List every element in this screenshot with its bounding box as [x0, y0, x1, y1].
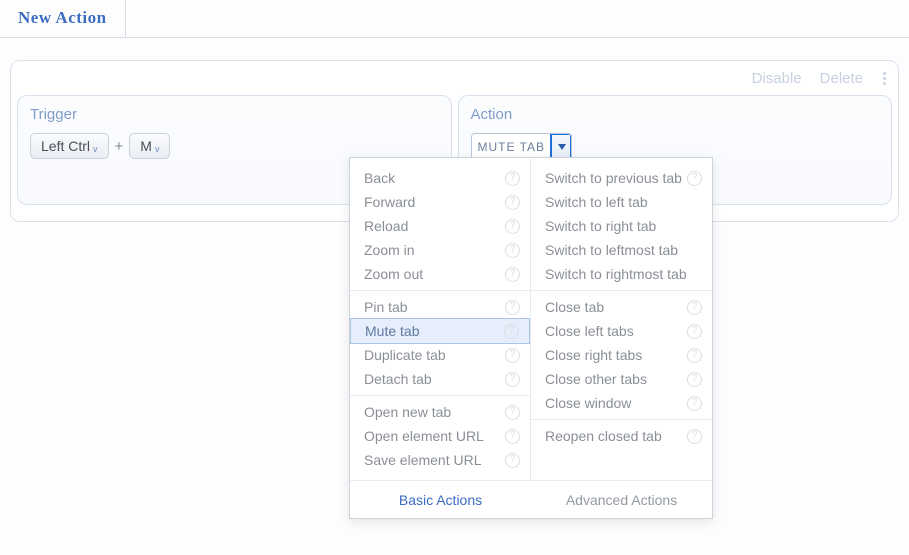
- popup-item-label: Duplicate tab: [364, 347, 446, 363]
- popup-item[interactable]: Reopen closed tab?: [531, 424, 712, 448]
- popup-item-label: Switch to rightmost tab: [545, 266, 687, 282]
- popup-item-label: Zoom in: [364, 242, 415, 258]
- help-icon[interactable]: ?: [505, 348, 520, 363]
- popup-item-label: Back: [364, 170, 395, 186]
- popup-item-label: Pin tab: [364, 299, 408, 315]
- action-title: Action: [471, 106, 880, 123]
- help-icon[interactable]: ?: [504, 324, 519, 339]
- popup-tabs: Basic Actions Advanced Actions: [350, 480, 712, 518]
- popup-item-label: Open element URL: [364, 428, 484, 444]
- delete-button[interactable]: Delete: [820, 70, 863, 87]
- popup-tab-advanced[interactable]: Advanced Actions: [531, 481, 712, 518]
- popup-column-right: Switch to previous tab?Switch to left ta…: [531, 158, 712, 480]
- popup-item-label: Switch to previous tab: [545, 170, 682, 186]
- popup-item[interactable]: Switch to leftmost tab?: [531, 238, 712, 262]
- action-dropdown-popup: Back?Forward?Reload?Zoom in?Zoom out?Pin…: [349, 157, 713, 519]
- popup-tab-basic[interactable]: Basic Actions: [350, 481, 531, 518]
- popup-item[interactable]: Close window?: [531, 391, 712, 415]
- trigger-title: Trigger: [30, 106, 439, 123]
- popup-item-label: Mute tab: [365, 323, 419, 339]
- popup-tab-basic-label: Basic Actions: [399, 492, 482, 508]
- popup-item[interactable]: Switch to previous tab?: [531, 166, 712, 190]
- help-icon[interactable]: ?: [505, 405, 520, 420]
- chevron-down-icon: v: [155, 144, 160, 154]
- tab-new-action[interactable]: New Action: [0, 0, 126, 37]
- help-icon[interactable]: ?: [505, 171, 520, 186]
- popup-item[interactable]: Save element URL?: [350, 448, 530, 472]
- popup-item[interactable]: Switch to rightmost tab?: [531, 262, 712, 286]
- popup-item-label: Close window: [545, 395, 631, 411]
- top-tab-bar: New Action: [0, 0, 909, 38]
- popup-item-label: Switch to right tab: [545, 218, 656, 234]
- popup-item[interactable]: Forward?: [350, 190, 530, 214]
- popup-columns: Back?Forward?Reload?Zoom in?Zoom out?Pin…: [350, 158, 712, 480]
- popup-item[interactable]: Duplicate tab?: [350, 343, 530, 367]
- key-joiner: +: [115, 138, 124, 155]
- popup-item[interactable]: Zoom in?: [350, 238, 530, 262]
- popup-item[interactable]: Close tab?: [531, 295, 712, 319]
- help-icon[interactable]: ?: [505, 267, 520, 282]
- popup-item[interactable]: Back?: [350, 166, 530, 190]
- popup-item[interactable]: Mute tab?: [350, 318, 530, 344]
- disable-button[interactable]: Disable: [752, 70, 802, 87]
- popup-item[interactable]: Detach tab?: [350, 367, 530, 391]
- help-icon[interactable]: ?: [687, 324, 702, 339]
- popup-item[interactable]: Close other tabs?: [531, 367, 712, 391]
- popup-tab-advanced-label: Advanced Actions: [566, 492, 677, 508]
- help-icon[interactable]: ?: [687, 300, 702, 315]
- popup-item[interactable]: Close right tabs?: [531, 343, 712, 367]
- chevron-down-icon: [558, 144, 566, 150]
- popup-item-label: Switch to leftmost tab: [545, 242, 678, 258]
- popup-item-label: Save element URL: [364, 452, 482, 468]
- popup-item-label: Open new tab: [364, 404, 451, 420]
- popup-item[interactable]: Reload?: [350, 214, 530, 238]
- help-icon[interactable]: ?: [505, 195, 520, 210]
- trigger-key-0-label: Left Ctrl: [41, 138, 90, 154]
- chevron-down-icon: v: [93, 144, 98, 154]
- trigger-key-1-label: M: [140, 138, 152, 154]
- popup-item[interactable]: Open new tab?: [350, 400, 530, 424]
- popup-column-left: Back?Forward?Reload?Zoom in?Zoom out?Pin…: [350, 158, 531, 480]
- popup-item-label: Reload: [364, 218, 408, 234]
- help-icon[interactable]: ?: [505, 219, 520, 234]
- trigger-key-1[interactable]: M v: [129, 133, 170, 159]
- popup-item[interactable]: Close left tabs?: [531, 319, 712, 343]
- popup-item[interactable]: Switch to right tab?: [531, 214, 712, 238]
- popup-item[interactable]: Open element URL?: [350, 424, 530, 448]
- more-menu-icon[interactable]: [881, 68, 888, 89]
- popup-item-label: Close left tabs: [545, 323, 634, 339]
- trigger-keys: Left Ctrl v + M v: [30, 133, 439, 159]
- help-icon[interactable]: ?: [505, 372, 520, 387]
- popup-item-label: Switch to left tab: [545, 194, 648, 210]
- tab-title: New Action: [18, 8, 107, 28]
- popup-item-label: Close other tabs: [545, 371, 647, 387]
- trigger-key-0[interactable]: Left Ctrl v: [30, 133, 109, 159]
- popup-item[interactable]: Switch to left tab?: [531, 190, 712, 214]
- help-icon[interactable]: ?: [505, 300, 520, 315]
- help-icon[interactable]: ?: [687, 171, 702, 186]
- help-icon[interactable]: ?: [505, 429, 520, 444]
- popup-item-label: Close right tabs: [545, 347, 642, 363]
- popup-item[interactable]: Pin tab?: [350, 295, 530, 319]
- popup-item-label: Close tab: [545, 299, 604, 315]
- help-icon[interactable]: ?: [687, 396, 702, 411]
- help-icon[interactable]: ?: [687, 348, 702, 363]
- help-icon[interactable]: ?: [687, 372, 702, 387]
- editor-header: Disable Delete: [11, 61, 898, 95]
- popup-item-label: Detach tab: [364, 371, 432, 387]
- help-icon[interactable]: ?: [505, 453, 520, 468]
- popup-item-label: Forward: [364, 194, 415, 210]
- help-icon[interactable]: ?: [687, 429, 702, 444]
- help-icon[interactable]: ?: [505, 243, 520, 258]
- popup-item-label: Reopen closed tab: [545, 428, 662, 444]
- popup-item[interactable]: Zoom out?: [350, 262, 530, 286]
- popup-item-label: Zoom out: [364, 266, 423, 282]
